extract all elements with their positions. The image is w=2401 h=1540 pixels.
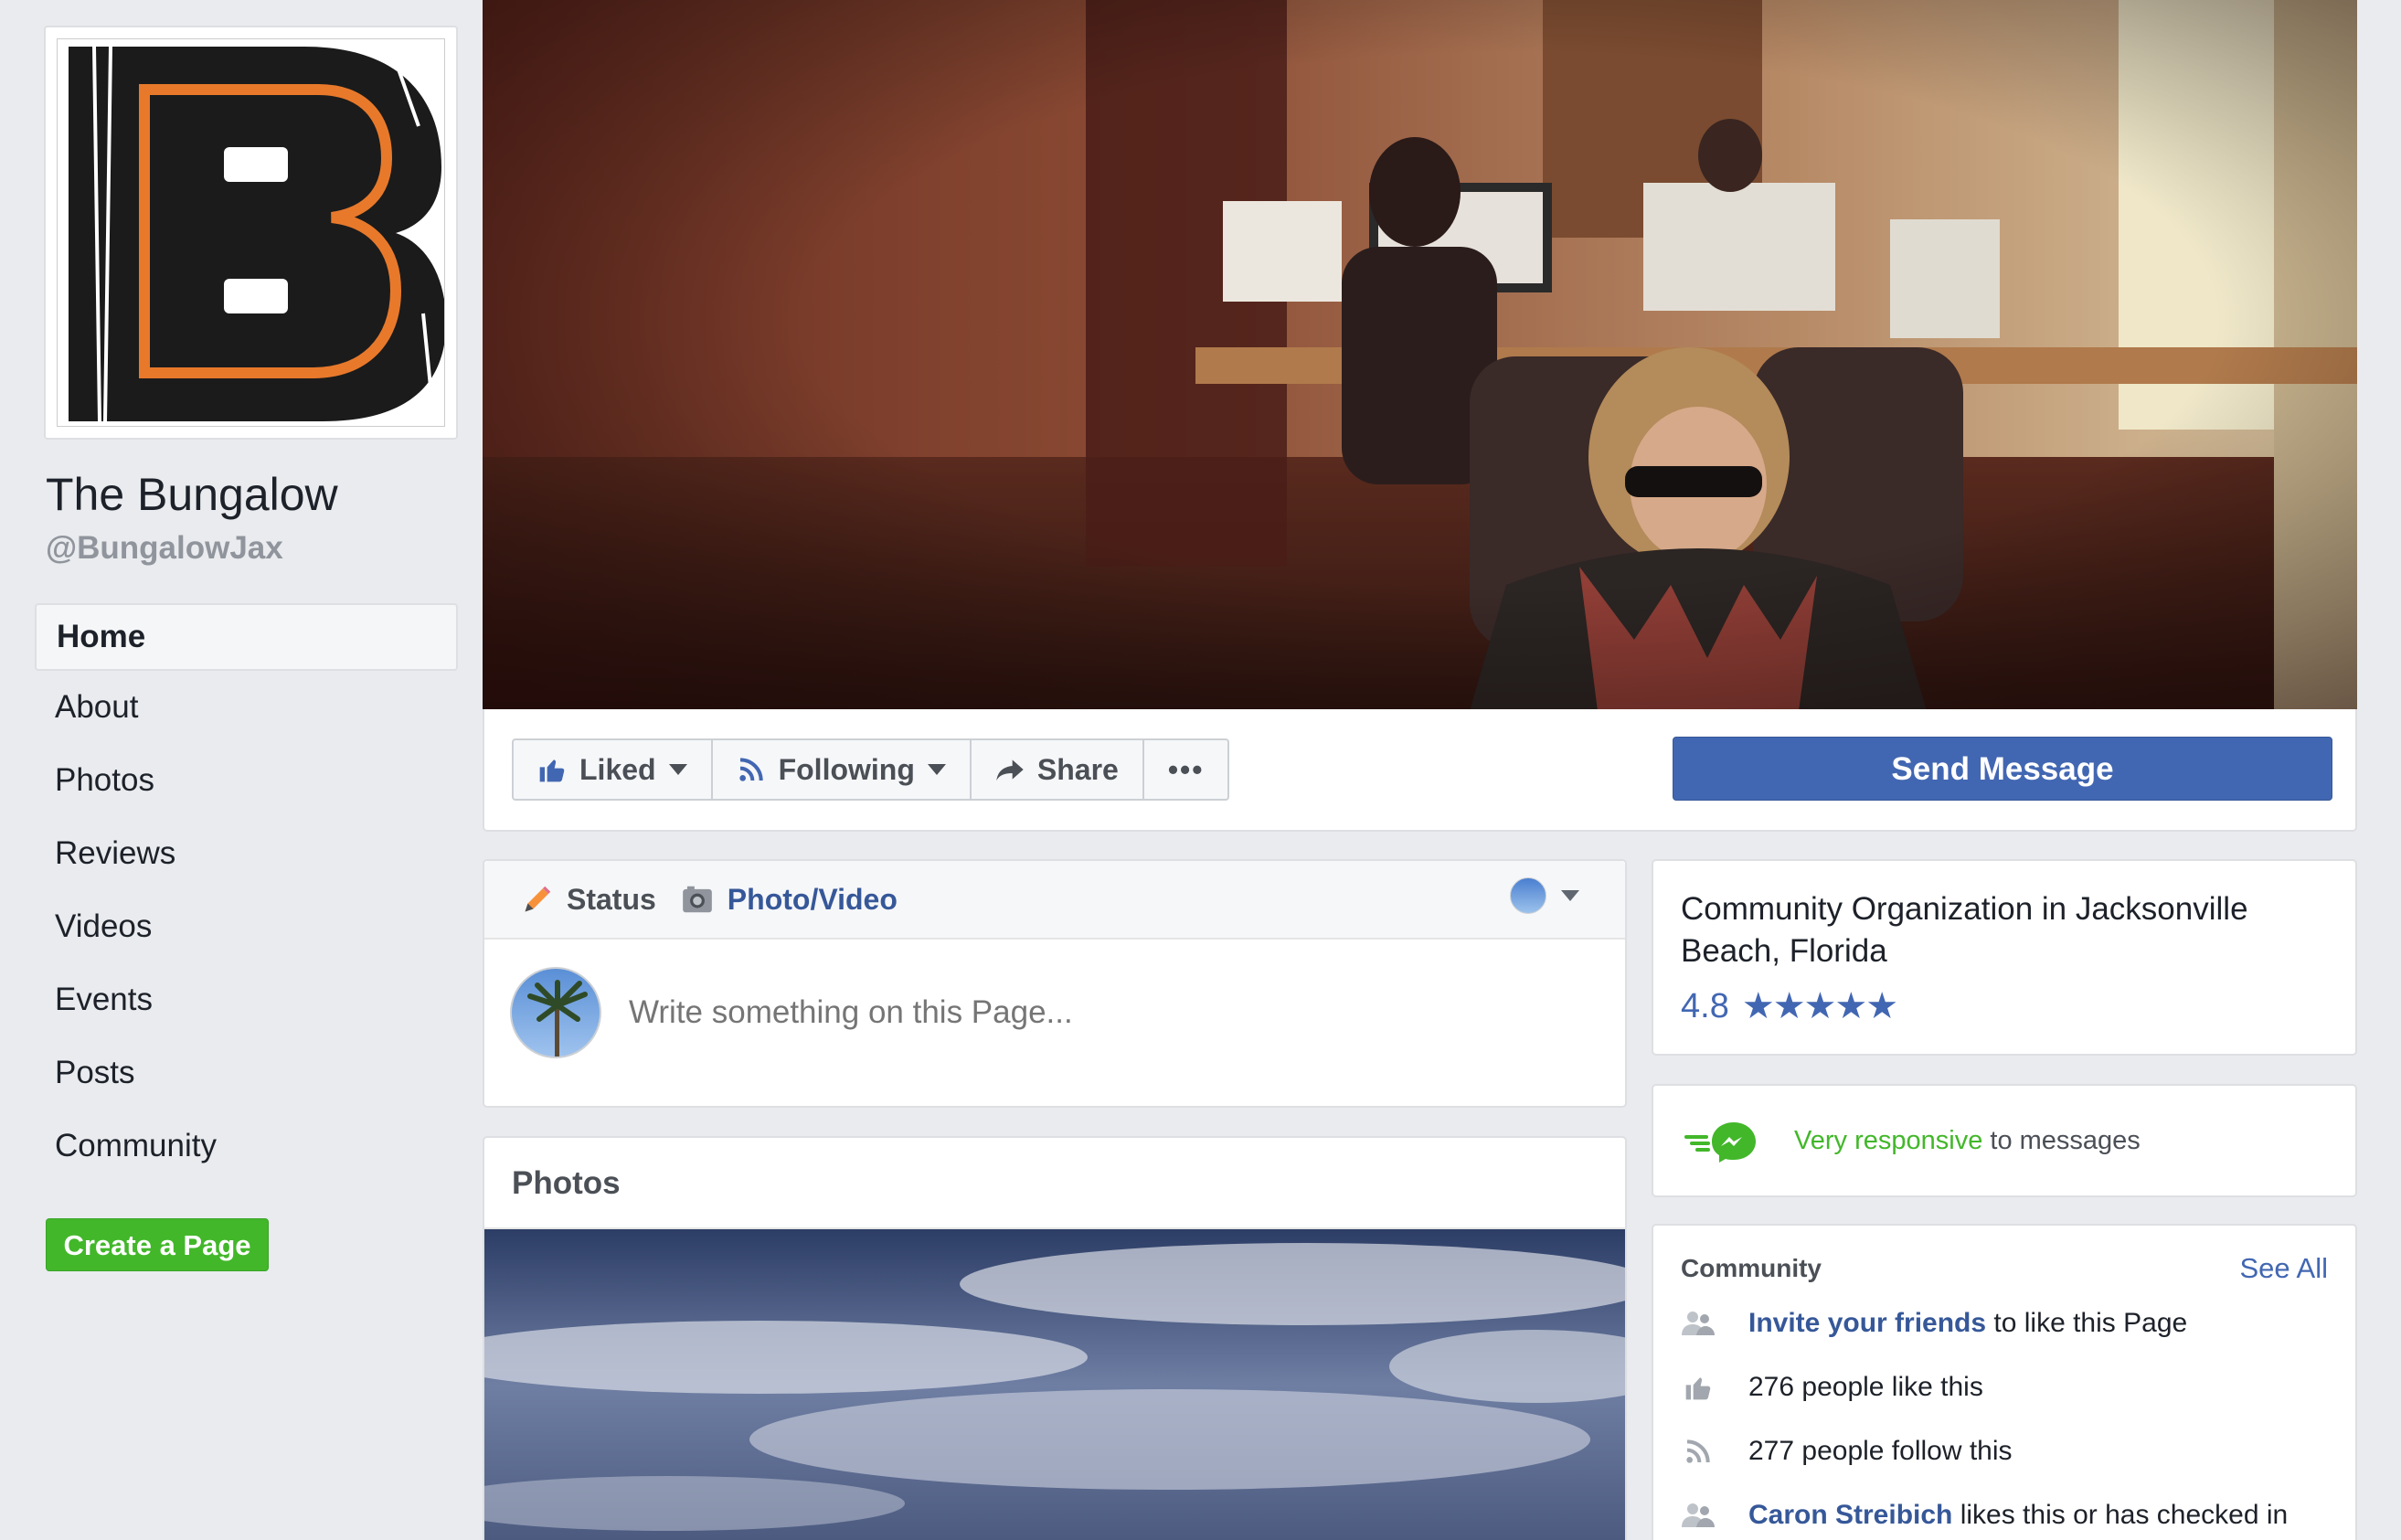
composer-body [484,940,1625,1086]
share-button[interactable]: Share [972,740,1144,799]
likes-count: 276 people like this [1748,1372,1983,1402]
nav-item-events[interactable]: Events [35,963,458,1036]
nav-item-about[interactable]: About [35,671,458,744]
chevron-down-icon [1561,890,1579,901]
follows-count-row[interactable]: 277 people follow this [1681,1419,2328,1483]
tab-photo-video-label: Photo/Video [727,882,898,916]
star-rating-icon: ★★★★★ [1741,986,1898,1026]
community-title: Community [1681,1254,1822,1282]
page-category[interactable]: Community Organization in Jacksonville B… [1681,888,2328,972]
following-label: Following [778,752,915,786]
see-all-link[interactable]: See All [2239,1252,2328,1285]
rss-follow-icon [738,758,763,781]
pencil-icon [525,886,551,912]
following-button[interactable]: Following [713,740,972,799]
cover-photo[interactable] [483,0,2357,711]
friends-icon [1681,1306,1716,1341]
page-title: The Bungalow [46,469,338,520]
tab-status-label: Status [567,882,656,916]
profile-picture[interactable] [44,26,458,440]
friend-activity-row: Caron Streibich likes this or has checke… [1681,1483,2328,1540]
composer-tabs: Status Photo/Video [484,861,1625,940]
likes-count-row[interactable]: 276 people like this [1681,1355,2328,1419]
nav-item-videos[interactable]: Videos [35,890,458,963]
rss-follow-icon [1681,1434,1716,1469]
messenger-fast-icon [1684,1122,1756,1163]
invite-friends-row: Invite your friends to like this Page [1681,1291,2328,1355]
tab-photo-video[interactable]: Photo/Video [680,882,898,917]
nav-item-community[interactable]: Community [35,1110,458,1183]
nav-item-photos[interactable]: Photos [35,744,458,817]
chevron-down-icon [927,764,946,775]
community-card: Community See All Invite your friends to… [1652,1224,2357,1540]
page-action-bar: Liked Following Share ••• Send Message [483,709,2357,832]
responsiveness-highlight: Very responsive [1794,1125,1983,1155]
share-label: Share [1036,752,1119,786]
rating-row[interactable]: 4.8 ★★★★★ [1681,985,2328,1027]
post-composer: Status Photo/Video [483,859,1627,1108]
nav-item-reviews[interactable]: Reviews [35,817,458,890]
responsiveness-rest: to messages [1982,1125,2141,1155]
tab-status[interactable]: Status [521,883,656,917]
thumbs-up-icon [1681,1370,1716,1405]
photos-section-title: Photos [484,1138,1625,1229]
camera-icon [682,886,712,913]
cover-photo-image [483,0,2357,711]
left-navigation: Home About Photos Reviews Videos Events … [35,603,458,1183]
rating-value: 4.8 [1681,986,1729,1025]
post-as-selector[interactable] [1510,877,1579,914]
photos-section: Photos [483,1136,1627,1540]
liked-button[interactable]: Liked [514,740,713,799]
chevron-down-icon [668,764,687,775]
share-arrow-icon [996,759,1024,781]
send-message-button[interactable]: Send Message [1673,737,2332,801]
follows-count: 277 people follow this [1748,1436,2013,1466]
friend-activity-rest: likes this or has checked in [1952,1500,2289,1530]
community-header: Community See All [1681,1246,2328,1291]
palm-tree-image [527,980,588,1057]
bungalow-logo [57,38,445,427]
page-info-card: Community Organization in Jacksonville B… [1652,859,2357,1056]
more-options-button[interactable]: ••• [1144,740,1228,799]
thumbs-up-icon [539,759,565,782]
photo-thumbnail[interactable] [484,1229,1627,1540]
friends-icon [1681,1498,1716,1533]
page-actions-group: Liked Following Share ••• [512,738,1230,801]
avatar [510,967,601,1058]
create-page-button[interactable]: Create a Page [46,1218,269,1271]
invite-friends-rest: to like this Page [1986,1308,2188,1338]
friend-name-link[interactable]: Caron Streibich [1748,1500,1952,1530]
post-as-avatar [1510,877,1546,914]
nav-item-posts[interactable]: Posts [35,1036,458,1110]
responsiveness-card: Very responsive to messages [1652,1084,2357,1197]
page-username[interactable]: @BungalowJax [46,530,283,567]
responsiveness-text: Very responsive to messages [1794,1126,2141,1156]
invite-friends-link[interactable]: Invite your friends [1748,1308,1986,1338]
liked-label: Liked [579,752,656,786]
nav-item-home[interactable]: Home [35,603,458,671]
composer-input[interactable] [629,994,1451,1031]
more-dots-icon: ••• [1167,752,1205,786]
